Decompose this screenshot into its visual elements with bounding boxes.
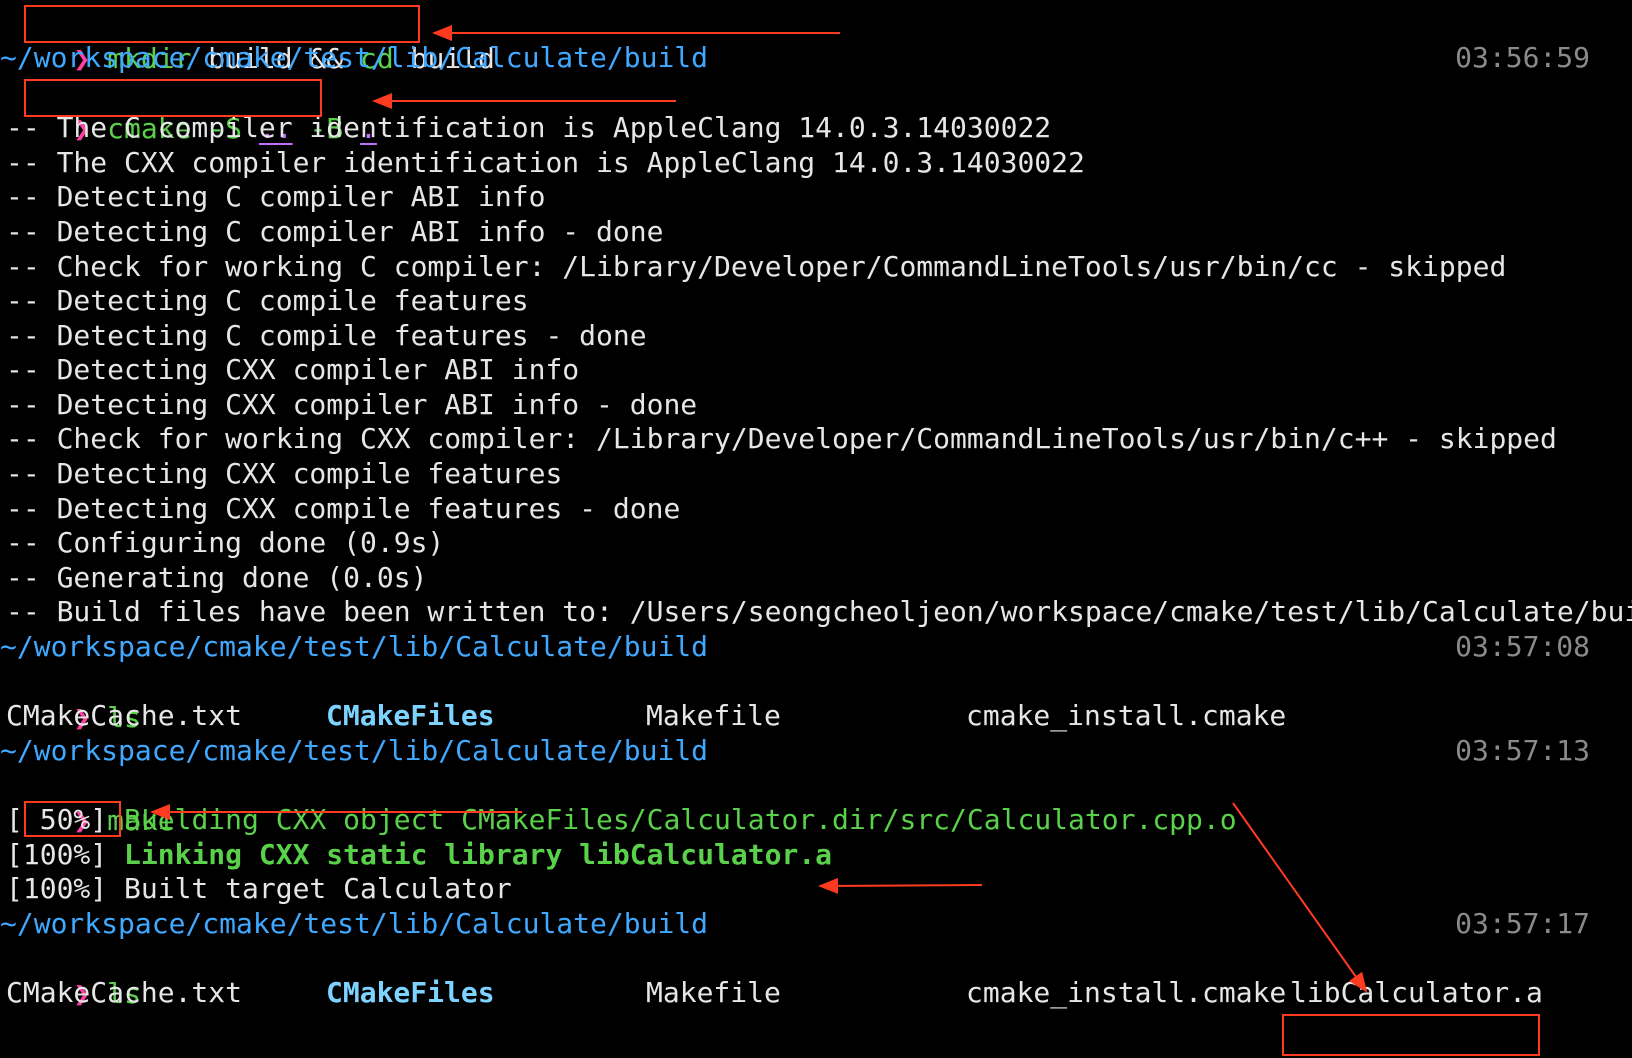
link-message: Linking CXX static library libCalculator…	[124, 838, 833, 871]
output-line: -- Detecting C compiler ABI info - done	[6, 215, 664, 248]
file-entry: CMakeCache.txt	[6, 699, 243, 732]
cwd-path: ~/workspace/cmake/test/lib/Calculate/bui…	[0, 630, 709, 663]
terminal-window: ❯ mkdir build && cd build ~/workspace/cm…	[0, 0, 1632, 1058]
file-entry-lib: libCalculator.a	[1290, 976, 1543, 1009]
cwd-path: ~/workspace/cmake/test/lib/Calculate/bui…	[0, 41, 709, 74]
timestamp: 03:57:17	[1455, 907, 1590, 940]
output-line: -- Detecting CXX compiler ABI info	[6, 353, 580, 386]
dir-entry: CMakeFiles	[326, 976, 495, 1009]
output-line: -- Detecting CXX compiler ABI info - don…	[6, 388, 698, 421]
file-entry: Makefile	[646, 976, 781, 1009]
output-line: -- Build files have been written to: /Us…	[6, 595, 1632, 628]
arrow-to-lib-file	[1232, 802, 1368, 993]
cwd-path: ~/workspace/cmake/test/lib/Calculate/bui…	[0, 734, 709, 767]
file-entry: cmake_install.cmake	[966, 699, 1287, 732]
output-line: -- Detecting C compile features	[6, 284, 529, 317]
command-line-ls: ❯ ls	[6, 940, 140, 1010]
file-entry: Makefile	[646, 699, 781, 732]
output-line: -- The CXX compiler identification is Ap…	[6, 146, 1085, 179]
cwd-path: ~/workspace/cmake/test/lib/Calculate/bui…	[0, 907, 709, 940]
build-message: Building CXX object CMakeFiles/Calculato…	[124, 803, 1237, 836]
annotation-box-lib	[1282, 1014, 1540, 1056]
timestamp: 03:57:13	[1455, 734, 1590, 767]
output-line: -- Configuring done (0.9s)	[6, 526, 445, 559]
make-output-line: [ 50%] Building CXX object CMakeFiles/Ca…	[6, 802, 1237, 838]
command-line-make: ❯ make	[6, 767, 174, 837]
command-line-ls: ❯ ls	[6, 664, 140, 734]
output-line: -- Check for working CXX compiler: /Libr…	[6, 422, 1557, 455]
command-line-mkdir: ❯ mkdir build && cd build	[6, 5, 494, 75]
output-line: -- Check for working C compiler: /Librar…	[6, 250, 1507, 283]
command-line-cmake: ❯ cmake -S .. -B .	[6, 75, 376, 145]
progress-percent: [ 50%]	[6, 803, 125, 836]
make-output-line: [100%] Linking CXX static library libCal…	[6, 837, 832, 873]
output-line: -- Detecting C compiler ABI info	[6, 180, 546, 213]
output-line: -- Detecting CXX compile features	[6, 457, 563, 490]
file-entry: CMakeCache.txt	[6, 976, 243, 1009]
arrow-to-link-line	[818, 877, 983, 894]
output-line: -- Detecting CXX compile features - done	[6, 492, 681, 525]
make-output-line: [100%] Built target Calculator	[6, 872, 512, 905]
timestamp: 03:56:59	[1455, 41, 1590, 74]
output-line: -- Generating done (0.0s)	[6, 561, 428, 594]
timestamp: 03:57:08	[1455, 630, 1590, 663]
file-entry: cmake_install.cmake	[966, 976, 1287, 1009]
output-line: -- Detecting C compile features - done	[6, 319, 647, 352]
progress-percent: [100%]	[6, 838, 125, 871]
output-line: -- The C compiler identification is Appl…	[6, 111, 1052, 144]
dir-entry: CMakeFiles	[326, 699, 495, 732]
